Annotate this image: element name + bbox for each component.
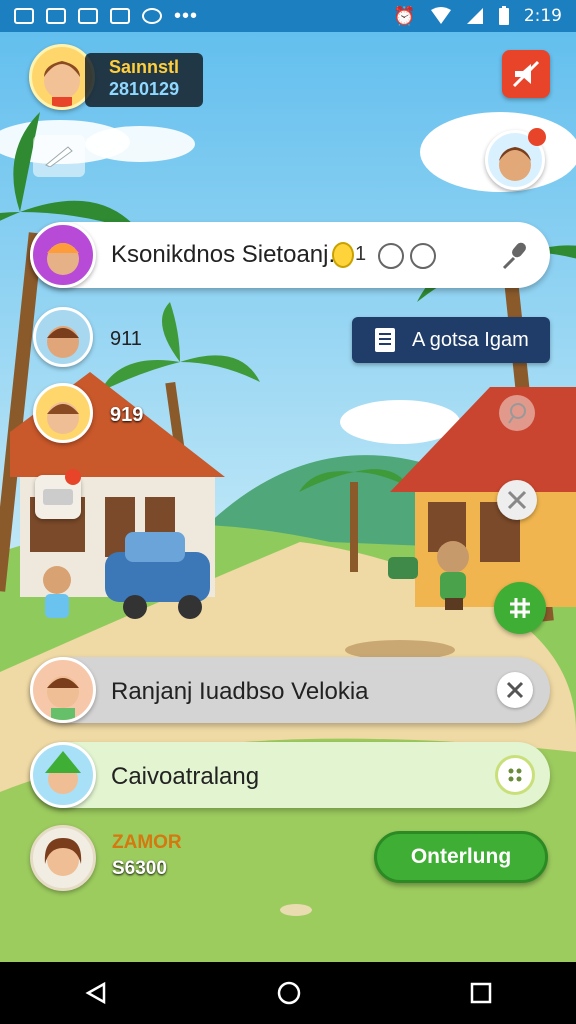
recents-icon[interactable] [470,982,492,1004]
wifi-icon [430,7,451,24]
signal-icon [466,8,483,24]
microphone-button[interactable] [500,240,530,270]
top-bar-avatar [30,222,96,288]
notification-icon [14,8,34,24]
pencil-icon [45,146,73,167]
list-item-1-avatar [30,657,96,723]
player-face-icon [47,402,79,434]
alarm-icon: ⏰ [393,5,416,26]
pin-icon [508,403,526,424]
activity-notification-icon [110,8,130,24]
bottom-avatar[interactable] [30,825,96,891]
action-button[interactable]: A gotsa Igam [352,317,550,363]
player-face-icon [47,326,79,358]
list-item-2-label: Caivoatralang [111,763,260,790]
friend-alert-badge [528,128,546,146]
mute-icon [512,60,540,88]
status-bar: ••• ⏰ 2:19 [0,0,576,32]
timer-icon[interactable] [378,243,404,269]
document-icon [375,328,395,352]
list-item-1-close-button[interactable] [497,672,533,708]
inbox-alert-badge [65,469,81,485]
microphone-icon [502,242,526,270]
character-face-icon [44,838,82,876]
back-icon[interactable] [84,981,108,1005]
close-icon [507,490,527,510]
close-icon [506,681,524,699]
chart-notification-icon [46,8,66,24]
player-face-icon [44,61,80,107]
gallery-notification-icon [78,8,98,24]
player-name: Saınnstl [109,57,180,77]
list-item-2-options-button[interactable] [495,755,535,795]
inbox-button[interactable] [35,469,81,519]
edit-button[interactable] [33,135,85,177]
action-button-label: A gotsa Igam [412,329,529,351]
side-value-2: 919 [110,404,144,426]
mute-button[interactable] [502,50,550,98]
side-player-avatar-2[interactable] [33,383,93,443]
home-icon[interactable] [276,980,302,1006]
bottom-amount: S6300 [112,858,167,879]
clock: 2:19 [523,6,562,26]
character-face-icon [47,243,79,275]
bottom-label: ZAMOR [112,832,182,853]
confirm-button[interactable]: Onterlung [374,831,548,883]
coin-count: 1 [355,243,367,265]
character-face-icon [45,751,81,794]
system-navigation-bar [0,962,576,1024]
character-face-icon [47,676,79,720]
coin-icon [332,242,354,268]
list-item-2[interactable] [30,742,550,808]
dots-icon [508,768,522,782]
more-notifications-icon: ••• [174,4,199,27]
side-value-1: 911 [110,328,142,350]
share-button[interactable] [494,582,546,634]
battery-icon [498,6,509,25]
sync-icon [142,8,162,24]
side-player-avatar-1[interactable] [33,307,93,367]
confirm-button-label: Onterlung [410,845,512,868]
list-item-2-avatar [30,742,96,808]
top-bar-title: Ksonikdnos Sietoanj. [111,241,336,268]
close-scene-button[interactable] [497,480,537,520]
refresh-icon[interactable] [410,243,436,269]
list-item-1-label: Ranjanj Iuadbso Velokia [111,678,369,705]
inbox-icon [43,489,73,505]
share-icon [510,598,530,618]
player-info-card: Saınnstl 2810129 [85,53,203,107]
player-coins: 2810129 [109,79,180,99]
pin-button[interactable] [499,395,535,431]
